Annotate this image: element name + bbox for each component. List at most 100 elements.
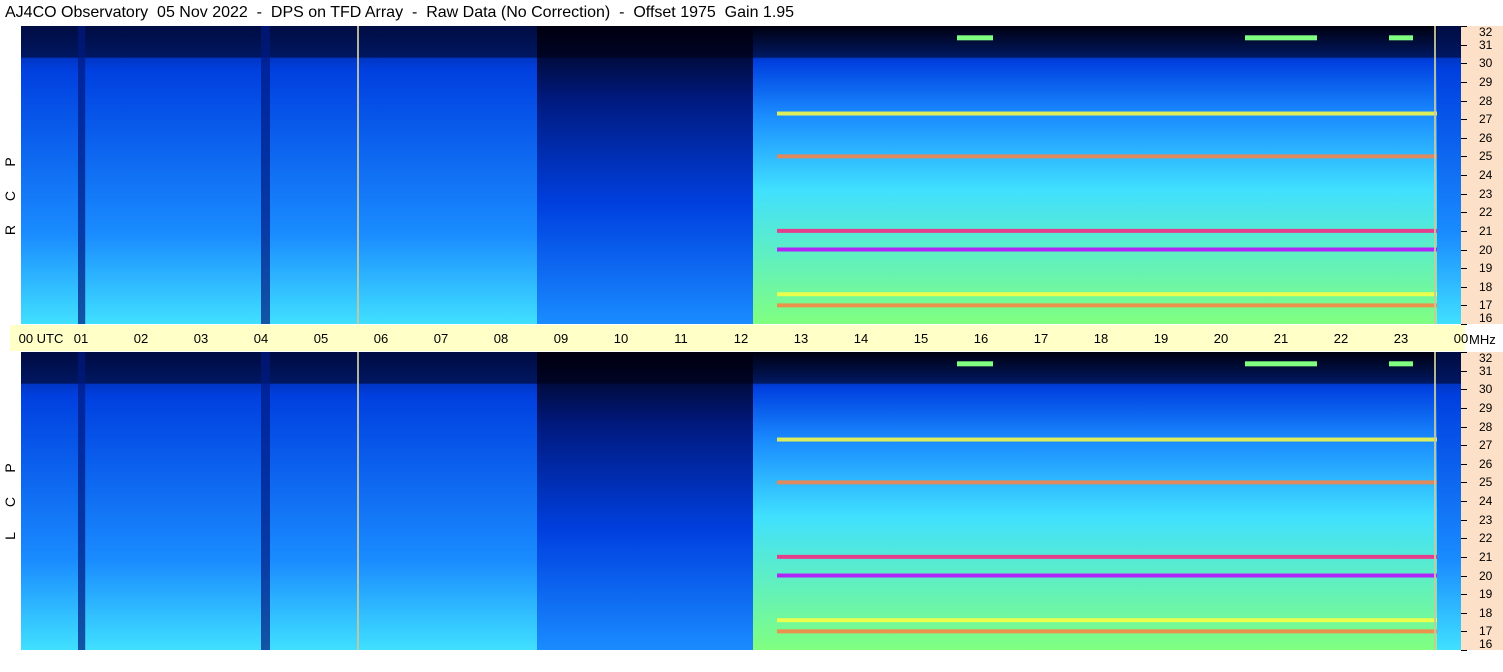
rcp-freq-tick-label: 32 <box>1479 25 1493 39</box>
freq-tick <box>1461 482 1467 484</box>
lcp-freq-tick-label: 21 <box>1479 549 1493 564</box>
time-tick-label: 14 <box>853 331 869 346</box>
time-tick-label: 03 <box>193 331 209 346</box>
burst-feature <box>957 361 993 367</box>
interference-band <box>777 154 1437 159</box>
freq-tick <box>1461 156 1467 158</box>
freq-tick <box>1461 305 1467 307</box>
rcp-freq-tick-label: 23 <box>1479 186 1493 201</box>
spectrogram-svg <box>21 26 1461 324</box>
freq-tick <box>1461 230 1467 232</box>
lcp-freq-tick-label: 31 <box>1479 363 1493 378</box>
freq-tick <box>1461 286 1467 288</box>
rcp-freq-tick-label: 22 <box>1479 205 1493 220</box>
mhz-unit-label: MHz <box>1469 332 1496 347</box>
interference-band <box>777 480 1437 485</box>
time-tick-label: 11 <box>674 331 688 346</box>
data-gap <box>261 26 270 324</box>
burst-feature <box>1245 361 1317 367</box>
time-tick-label: 04 <box>253 331 269 346</box>
time-tick-label: 10 <box>613 331 629 346</box>
time-tick-label: 13 <box>793 331 809 346</box>
lcp-letter-l: L <box>2 532 18 540</box>
interference-band <box>777 618 1437 623</box>
freq-tick <box>1461 426 1467 428</box>
freq-tick <box>1461 193 1467 195</box>
time-marker-line <box>1434 352 1436 650</box>
rcp-freq-tick-label: 29 <box>1479 74 1493 89</box>
lcp-freq-tick-label: 25 <box>1479 475 1493 490</box>
time-tick-label: 21 <box>1273 331 1289 346</box>
freq-tick <box>1461 249 1467 251</box>
time-tick-label: 05 <box>313 331 329 346</box>
interference-band <box>777 111 1437 116</box>
time-tick-label: 02 <box>133 331 149 346</box>
freq-tick <box>1461 389 1467 391</box>
freq-tick <box>1461 268 1467 270</box>
time-axis: 00 UTC 01 02 03 04 05 06 07 08 09 10 11 12 13 14 15 16 17… <box>10 325 1469 351</box>
interference-band <box>777 573 1437 578</box>
time-marker-line <box>357 352 359 650</box>
chart-title: AJ4CO Observatory 05 Nov 2022 - DPS on T… <box>5 4 795 21</box>
daytime-noise-region <box>753 26 1437 324</box>
time-tick-label: 09 <box>553 331 569 346</box>
interference-band <box>777 437 1437 442</box>
lcp-freq-tick-label: 23 <box>1479 512 1493 527</box>
rcp-freq-tick-label: 17 <box>1479 298 1493 313</box>
rcp-freq-tick-label: 21 <box>1479 223 1493 238</box>
freq-tick <box>1461 463 1467 465</box>
interference-band <box>777 292 1437 297</box>
burst-feature <box>1245 35 1317 41</box>
freq-tick <box>1461 100 1467 102</box>
rcp-freq-tick-label: 16 <box>1479 311 1493 325</box>
lcp-frequency-axis: 32 31 30 29 28 27 26 25 24 23 22 21 20 19 18 17 16 <box>1461 351 1503 651</box>
freq-tick <box>1461 44 1467 46</box>
data-gap <box>78 26 86 324</box>
time-tick-label: 08 <box>493 331 509 346</box>
time-tick-label: 00 <box>1453 331 1469 346</box>
time-tick-label: 18 <box>1093 331 1109 346</box>
pre-dawn-region <box>537 352 753 650</box>
burst-feature <box>1389 361 1413 367</box>
interference-band <box>777 629 1437 634</box>
interference-band <box>777 247 1437 252</box>
rcp-spectrogram <box>21 26 1461 324</box>
freq-tick <box>1461 119 1467 121</box>
lcp-side-label: P C L <box>0 352 21 650</box>
rcp-freq-tick-label: 28 <box>1479 93 1493 108</box>
freq-tick <box>1461 594 1467 596</box>
time-marker-line <box>357 26 359 324</box>
burst-feature <box>957 35 993 41</box>
freq-tick <box>1461 407 1467 409</box>
spectrogram-svg <box>21 352 1461 650</box>
freq-tick <box>1461 519 1467 521</box>
lcp-freq-tick-label: 32 <box>1479 351 1493 365</box>
lcp-freq-tick-label: 29 <box>1479 400 1493 415</box>
time-tick-label: 12 <box>733 331 749 346</box>
lcp-spectrogram <box>21 352 1461 650</box>
time-tick-label: 00 UTC <box>18 331 64 346</box>
lcp-freq-tick-label: 20 <box>1479 568 1493 583</box>
data-gap <box>78 352 86 650</box>
lcp-letter-p: P <box>2 463 18 473</box>
data-gap <box>261 352 270 650</box>
rcp-freq-tick-label: 26 <box>1479 130 1493 145</box>
top-dark-strip <box>21 352 1461 384</box>
lcp-letter-c: C <box>2 496 18 508</box>
rcp-freq-tick-label: 19 <box>1479 261 1493 276</box>
lcp-freq-tick-label: 24 <box>1479 494 1493 508</box>
freq-tick <box>1461 612 1467 614</box>
pre-dawn-region <box>537 26 753 324</box>
time-tick-label: 07 <box>433 331 449 346</box>
lcp-freq-tick-label: 19 <box>1479 587 1493 602</box>
time-tick-label: 23 <box>1393 331 1409 346</box>
rcp-letter-p: P <box>2 157 18 167</box>
interference-band <box>777 228 1437 233</box>
freq-tick <box>1461 501 1467 502</box>
freq-tick <box>1461 26 1467 27</box>
burst-feature <box>1389 35 1413 41</box>
time-marker-line <box>1434 26 1436 324</box>
time-tick-label: 22 <box>1333 331 1349 346</box>
lcp-freq-tick-label: 28 <box>1479 419 1493 434</box>
daytime-noise-region <box>753 352 1437 650</box>
